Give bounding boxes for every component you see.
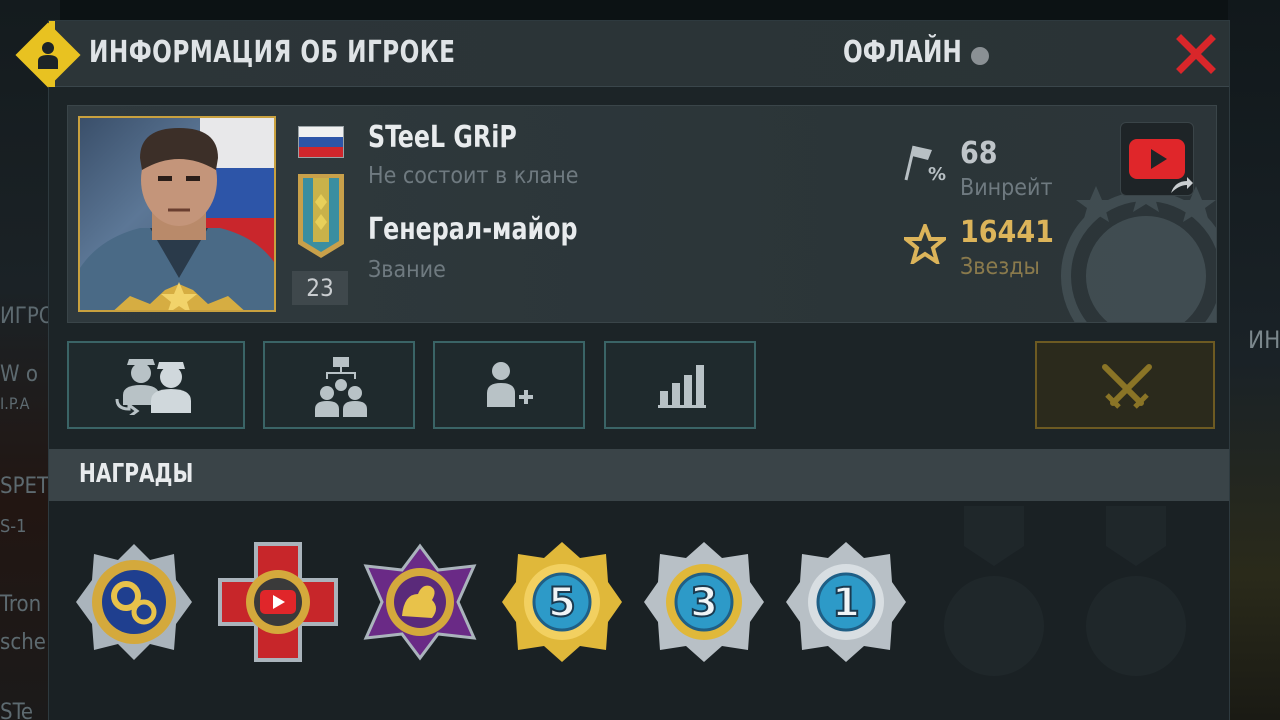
ghost-text: SPET: [0, 474, 50, 499]
title-bar: ИНФОРМАЦИЯ ОБ ИГРОКЕ ОФЛАЙН: [15, 21, 1229, 88]
player-card: 23 STeeL GRiP Не состоит в клане Генерал…: [67, 105, 1217, 323]
add-person-icon: [487, 362, 533, 407]
medal-number: 5: [548, 580, 576, 626]
ghost-text: W o: [0, 362, 38, 387]
clan-invite-button[interactable]: [263, 341, 415, 429]
background-right: ИН: [1228, 0, 1280, 720]
youtube-share-button[interactable]: [1120, 122, 1194, 196]
globe-emblem-icon: [1061, 186, 1216, 322]
medal-number: 1: [832, 580, 860, 626]
ghost-text: ИН: [1248, 326, 1280, 354]
compare-players-button[interactable]: [67, 341, 245, 429]
stars-value: 16441: [960, 215, 1054, 250]
dialog-title: ИНФОРМАЦИЯ ОБ ИГРОКЕ: [89, 35, 456, 70]
crossed-swords-icon: [1102, 364, 1152, 409]
challenge-button[interactable]: [1035, 341, 1215, 429]
medal-number: 3: [690, 580, 718, 626]
rank-name: Генерал-майор: [368, 212, 578, 247]
empty-medal-slot-icon: [1086, 506, 1186, 676]
ghost-text: STe: [0, 700, 34, 720]
silver-gold-medal-3-icon[interactable]: 3: [642, 540, 766, 664]
stars-label: Звезды: [960, 254, 1040, 280]
player-name: STeeL GRiP: [368, 120, 517, 155]
close-icon[interactable]: [1175, 33, 1217, 75]
empty-medal-slot-icon: [944, 506, 1044, 676]
youtube-share-icon: [1129, 139, 1193, 193]
ghost-text: sche: [0, 630, 46, 655]
player-avatar: [78, 116, 276, 312]
person-info-icon: [38, 42, 58, 69]
group-hierarchy-icon: [315, 357, 367, 417]
online-status: ОФЛАЙН: [843, 35, 962, 70]
star-icon: [904, 224, 946, 264]
soldier-portrait-icon: [80, 118, 274, 310]
awards-title: НАГРАДЫ: [79, 459, 194, 489]
flexed-arm-medal-icon[interactable]: [358, 540, 482, 664]
rank-label: Звание: [368, 257, 446, 283]
gold-medal-5-icon[interactable]: 5: [500, 540, 624, 664]
bar-chart-icon: [658, 365, 706, 408]
add-friend-button[interactable]: [433, 341, 585, 429]
statistics-button[interactable]: [604, 341, 756, 429]
player-level: 23: [292, 271, 348, 305]
clan-status: Не состоит в клане: [368, 163, 579, 189]
ghost-text: I.P.A: [0, 394, 30, 413]
youtube-cross-medal-icon[interactable]: [216, 540, 340, 664]
winrate-label: Винрейт: [960, 175, 1053, 201]
major-general-rank-icon: [298, 174, 344, 258]
ghost-text: S-1: [0, 516, 27, 537]
awards-header: НАГРАДЫ: [49, 449, 1229, 501]
soldiers-swap-icon: [115, 359, 191, 415]
silver-medal-1-icon[interactable]: 1: [784, 540, 908, 664]
flag-percent-icon: %: [904, 145, 946, 182]
svg-text:%: %: [928, 164, 946, 182]
ghost-text: Tron: [0, 592, 42, 617]
russia-flag-icon: [298, 126, 344, 158]
gears-medal-icon[interactable]: [72, 540, 196, 664]
winrate-value: 68: [960, 136, 998, 171]
status-dot: [971, 47, 989, 65]
